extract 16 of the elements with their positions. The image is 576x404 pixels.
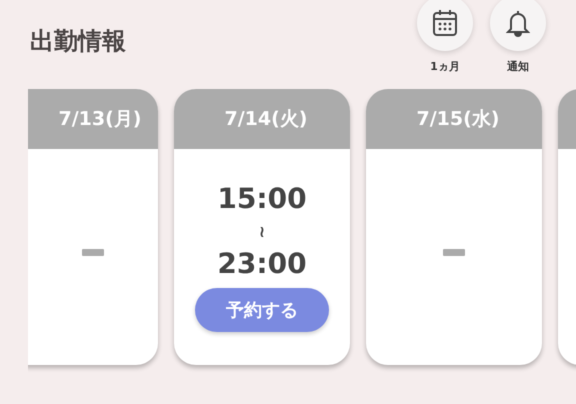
date-label: 7/14(火) [224,107,308,132]
bell-icon [506,9,530,37]
action-label: 通知 [507,59,529,74]
range-separator: ≀ [259,222,265,240]
date-label: 7/13(月) [58,107,142,132]
date-label: 7/15(水) [416,107,500,132]
action-label: 1ヵ月 [430,59,460,74]
no-shift-dash [443,248,465,256]
no-shift-dash [82,248,104,256]
calendar-button[interactable] [417,0,473,51]
end-time: 23:00 [217,246,307,280]
page-title: 出勤情報 [30,26,126,57]
bell-button[interactable] [490,0,546,51]
calendar-icon [432,9,458,37]
start-time: 15:00 [217,182,307,216]
reserve-button[interactable]: 予約する [195,288,329,332]
